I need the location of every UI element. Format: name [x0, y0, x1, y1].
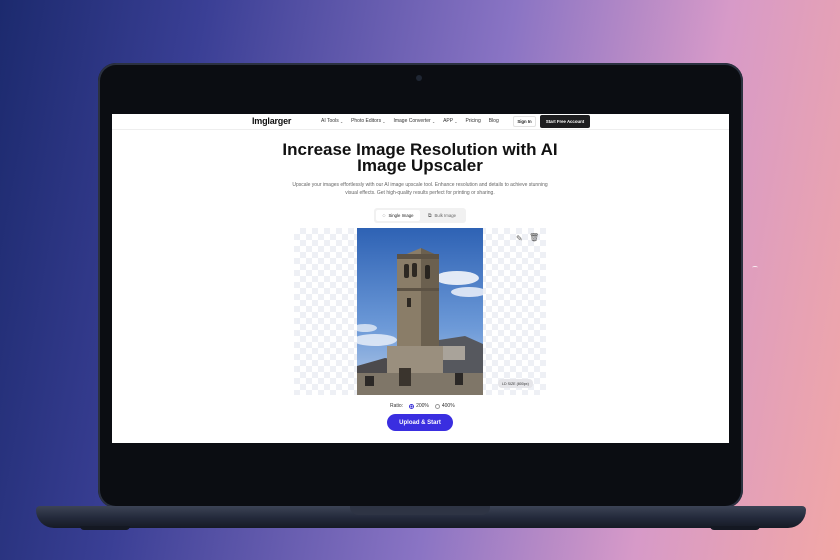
- trash-icon[interactable]: 🗑: [529, 233, 539, 242]
- radio-icon[interactable]: [434, 403, 440, 409]
- preview-photo: [357, 228, 483, 395]
- ratio-option-label: 400%: [441, 403, 455, 409]
- browser-screen: Imglarger AI Tools ⌄ Photo Editors ⌄ Image…: [112, 114, 729, 443]
- decorative-arc: [752, 266, 758, 269]
- camera-icon: [416, 75, 422, 81]
- images-icon: ⧉: [427, 212, 432, 219]
- menu-item-ai-tools[interactable]: AI Tools ⌄: [321, 118, 343, 124]
- site-logo[interactable]: Imglarger: [252, 116, 291, 126]
- tab-single-image[interactable]: ◌ Single Image: [376, 210, 420, 221]
- ratio-option-label: 200%: [416, 403, 429, 409]
- menu-item-app[interactable]: APP ⌄: [443, 118, 457, 124]
- menu-item-pricing[interactable]: Pricing: [465, 118, 480, 124]
- image-preview-area[interactable]: ✎ 🗑 LD SIZE (800px): [294, 228, 546, 395]
- chevron-down-icon: ⌄: [339, 118, 344, 124]
- size-badge: LD SIZE (800px): [498, 379, 533, 388]
- ratio-option-400[interactable]: 400%: [434, 403, 455, 409]
- pencil-icon[interactable]: ✎: [516, 234, 523, 243]
- start-free-account-button[interactable]: Start Free Account: [540, 115, 590, 128]
- menu-item-photo-editors[interactable]: Photo Editors ⌄: [351, 118, 385, 124]
- main-menu: AI Tools ⌄ Photo Editors ⌄ Image Converter…: [321, 118, 499, 124]
- laptop-foot: [710, 526, 760, 530]
- tab-label: Single Image: [388, 213, 414, 218]
- tab-bulk-image[interactable]: ⧉ Bulk Image: [420, 210, 464, 221]
- chevron-down-icon: ⌄: [431, 118, 436, 124]
- image-icon: ◌: [382, 212, 386, 219]
- menu-item-image-converter[interactable]: Image Converter ⌄: [393, 118, 435, 124]
- chevron-down-icon: ⌄: [382, 118, 386, 124]
- page-subtitle: Upscale your images effortlessly with ou…: [292, 182, 548, 196]
- ratio-label: Ratio:: [390, 403, 404, 409]
- top-nav: Imglarger AI Tools ⌄ Photo Editors ⌄ Image…: [112, 114, 729, 130]
- image-mode-tabs: ◌ Single Image ⧉ Bulk Image: [374, 208, 466, 223]
- sign-in-button[interactable]: Sign In: [513, 116, 536, 127]
- page-title: Increase Image Resolution with AI Image …: [282, 140, 558, 175]
- tab-label: Bulk Image: [434, 213, 457, 218]
- radio-selected-icon[interactable]: [409, 403, 415, 409]
- chevron-down-icon: ⌄: [454, 118, 458, 124]
- upload-start-button[interactable]: Upload & Start: [387, 414, 453, 431]
- laptop-notch: [350, 506, 490, 515]
- ratio-option-200[interactable]: 200%: [409, 403, 429, 409]
- ratio-selector: Ratio: 200% 400%: [390, 403, 455, 409]
- laptop-foot: [80, 526, 130, 530]
- menu-item-blog[interactable]: Blog: [489, 118, 499, 124]
